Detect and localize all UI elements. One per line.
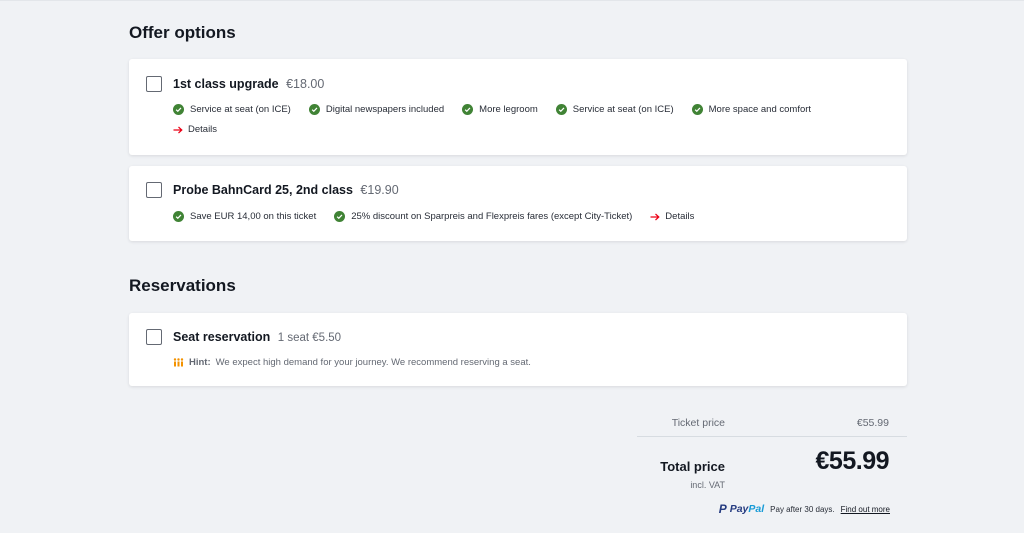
check-circle-icon — [173, 211, 184, 222]
reservation-card-seat: Seat reservation 1 seat €5.50 Hint: We e… — [129, 313, 907, 386]
find-out-more-link[interactable]: Find out more — [841, 505, 890, 514]
check-circle-icon — [555, 104, 567, 115]
hint-label: Hint: — [189, 357, 211, 368]
seat-reservation-checkbox[interactable] — [146, 329, 162, 345]
upgrade-feature-list: Service at seat (on ICE) Digital newspap… — [173, 104, 811, 115]
paypal-pay-later: P PayPal Pay after 30 days. Find out mor… — [719, 502, 890, 516]
section-title-offer-options: Offer options — [129, 23, 236, 42]
check-circle-icon — [691, 104, 703, 115]
upgrade-title-text: 1st class upgrade — [173, 77, 279, 91]
offer-card-bahncard: Probe BahnCard 25, 2nd class €19.90 Save… — [129, 166, 907, 241]
ticket-price-label: Ticket price — [671, 417, 725, 429]
feature-text: 25% discount on Sparpreis and Flexpreis … — [351, 211, 633, 222]
bahncard-title-text: Probe BahnCard 25, 2nd class — [173, 183, 353, 197]
total-price-value: €55.99 — [815, 447, 890, 475]
feature-text: Service at seat (on ICE) — [572, 104, 674, 115]
check-circle-icon — [462, 104, 474, 115]
feature-text: Service at seat (on ICE) — [190, 104, 291, 115]
feature-item: Service at seat (on ICE) — [173, 104, 291, 115]
feature-item: More legroom — [462, 104, 538, 115]
vat-label: incl. VAT — [690, 480, 725, 490]
check-circle-icon — [334, 211, 346, 222]
hint-text: We expect high demand for your journey. … — [215, 357, 531, 368]
seat-reservation-title-text: Seat reservation — [173, 330, 271, 344]
feature-text: Save EUR 14,00 on this ticket — [190, 211, 317, 222]
feature-text: More legroom — [479, 104, 538, 115]
feature-item: Save EUR 14,00 on this ticket — [173, 211, 316, 222]
seat-reservation-hint: Hint: We expect high demand for your jou… — [173, 357, 531, 368]
check-circle-icon — [173, 104, 184, 115]
paypal-p-icon: P — [718, 502, 727, 516]
bahncard-feature-list: Save EUR 14,00 on this ticket 25% discou… — [173, 211, 694, 222]
paypal-logo: P PayPal — [718, 502, 765, 516]
feature-text: Digital newspapers included — [325, 104, 445, 115]
bahncard-title: Probe BahnCard 25, 2nd class €19.90 — [173, 183, 399, 197]
upgrade-price: €18.00 — [286, 77, 325, 91]
bahncard-details-link[interactable]: Details — [650, 211, 694, 222]
details-label: Details — [665, 211, 695, 222]
bahncard-price: €19.90 — [360, 183, 399, 197]
feature-item: 25% discount on Sparpreis and Flexpreis … — [334, 211, 632, 222]
upgrade-checkbox[interactable] — [146, 76, 162, 92]
feature-item: Service at seat (on ICE) — [555, 104, 674, 115]
bahncard-checkbox[interactable] — [146, 182, 162, 198]
high-demand-icon — [173, 358, 184, 367]
seat-reservation-price: 1 seat €5.50 — [277, 332, 342, 344]
section-title-reservations: Reservations — [129, 276, 236, 295]
ticket-price-value: €55.99 — [856, 417, 889, 429]
ticket-price-row: Ticket price €55.99 — [637, 410, 907, 437]
seat-reservation-title: Seat reservation 1 seat €5.50 — [173, 330, 341, 344]
paypal-text: Pay after 30 days. — [770, 504, 835, 514]
feature-item: Digital newspapers included — [308, 104, 445, 115]
feature-item: More space and comfort — [691, 104, 812, 115]
top-divider — [0, 0, 1024, 1]
offer-card-first-class-upgrade: 1st class upgrade €18.00 Service at seat… — [129, 59, 907, 155]
feature-text: More space and comfort — [708, 104, 812, 115]
check-circle-icon — [308, 104, 320, 115]
upgrade-details-link[interactable]: Details — [173, 124, 217, 135]
arrow-right-icon — [173, 126, 183, 134]
total-price-label: Total price — [660, 459, 725, 474]
upgrade-title: 1st class upgrade €18.00 — [173, 77, 324, 91]
arrow-right-icon — [650, 213, 660, 221]
details-label: Details — [188, 124, 218, 135]
